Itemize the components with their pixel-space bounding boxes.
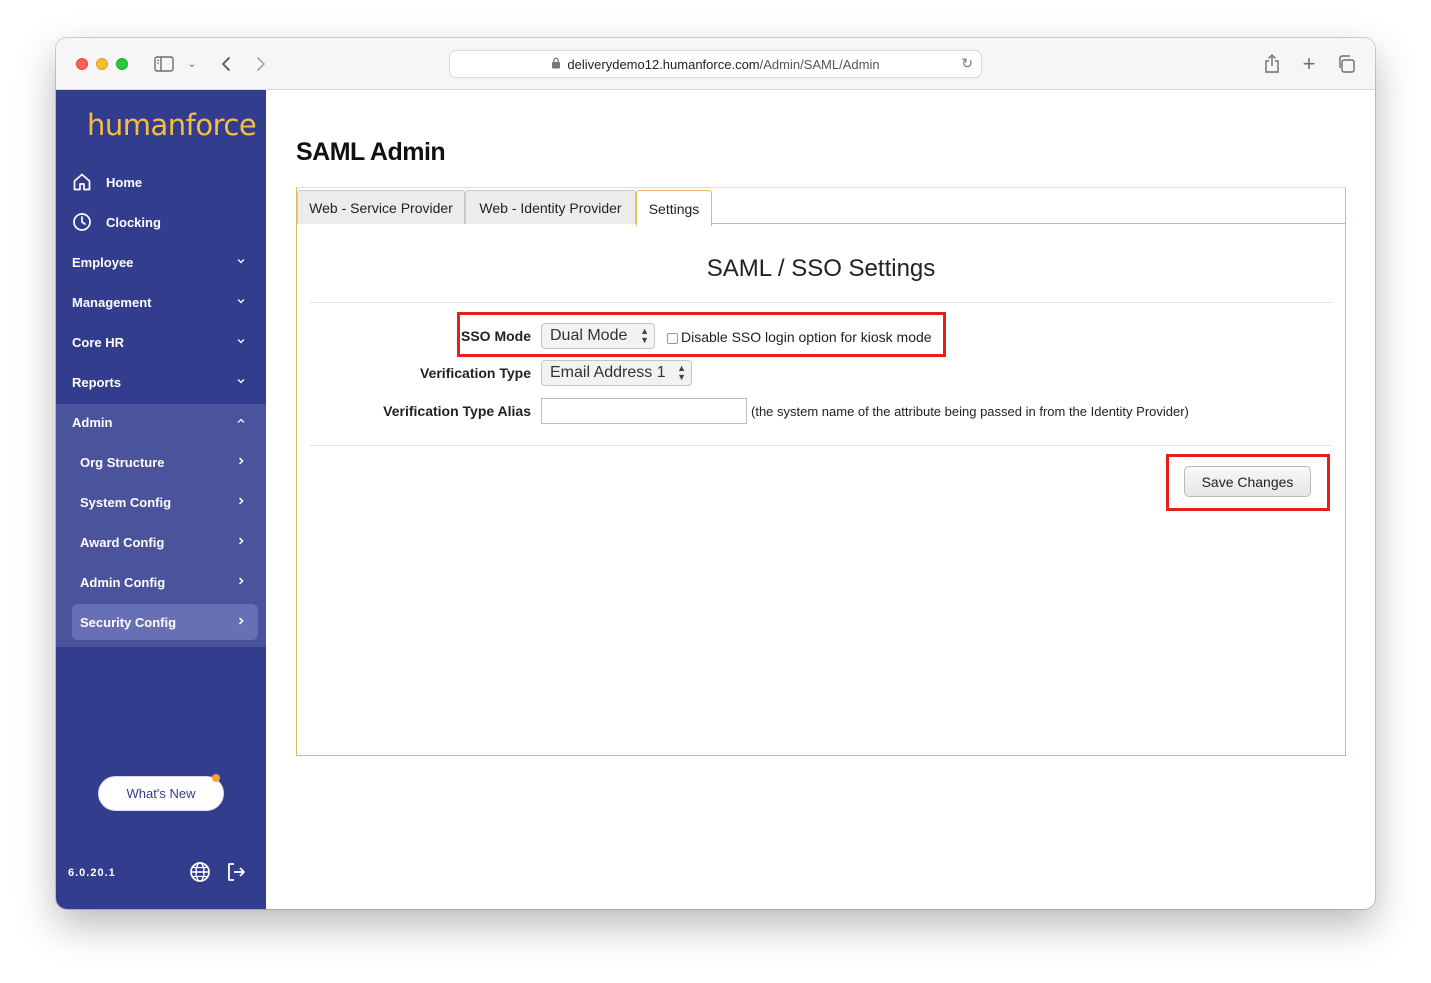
verification-alias-hint: (the system name of the attribute being …	[751, 404, 1189, 419]
sidebar-item-clocking[interactable]: Clocking	[56, 202, 266, 242]
reload-icon[interactable]: ↻	[961, 55, 973, 72]
sidebar-subitem-label: Security Config	[80, 614, 177, 630]
url-domain: deliverydemo12.humanforce.com	[567, 56, 760, 72]
sidebar-subitem-admin-config[interactable]: Admin Config	[72, 564, 258, 600]
sidebar-item-management[interactable]: Management	[56, 282, 266, 322]
sidebar-item-label: Employee	[72, 254, 134, 270]
page-title: SAML Admin	[296, 138, 446, 166]
address-bar[interactable]: deliverydemo12.humanforce.com/Admin/SAML…	[449, 50, 982, 78]
notification-dot	[212, 774, 220, 782]
sidebar-subitem-label: Award Config	[80, 534, 165, 550]
chevron-right-icon	[236, 616, 246, 629]
chevron-right-icon	[236, 496, 246, 509]
url-path: /Admin/SAML/Admin	[759, 56, 880, 72]
tab-web-identity-provider[interactable]: Web - Identity Provider	[465, 190, 636, 224]
panel-title: SAML / SSO Settings	[706, 255, 936, 282]
sidebar-item-admin[interactable]: Admin	[56, 402, 266, 442]
sidebar-item-employee[interactable]: Employee	[56, 242, 266, 282]
sidebar-item-label: Admin	[72, 414, 113, 430]
browser-toolbar: ⌄ deliverydemo12.humanforce.com/Admin/SA…	[56, 38, 1375, 90]
verification-type-label: Verification Type	[420, 365, 531, 381]
new-tab-icon[interactable]: +	[1298, 52, 1320, 76]
sidebar-item-label: Core HR	[72, 334, 125, 350]
forward-icon[interactable]	[251, 52, 271, 76]
globe-icon[interactable]	[188, 860, 212, 884]
clock-icon	[71, 211, 93, 233]
chevron-up-icon	[236, 416, 246, 429]
main-content: SAML Admin Web - Service Provider Web - …	[266, 90, 1375, 909]
humanforce-logo[interactable]: humanforce	[87, 108, 257, 142]
close-window-button[interactable]	[76, 58, 88, 70]
minimize-window-button[interactable]	[96, 58, 108, 70]
maximize-window-button[interactable]	[116, 58, 128, 70]
chevron-down-icon	[236, 376, 246, 389]
sidebar-item-reports[interactable]: Reports	[56, 362, 266, 402]
tab-container: Web - Service Provider Web - Identity Pr…	[296, 187, 1346, 756]
chevron-down-icon	[236, 296, 246, 309]
sidebar-subitem-system-config[interactable]: System Config	[72, 484, 258, 520]
chevron-right-icon	[236, 536, 246, 549]
sidebar-item-label: Management	[72, 294, 152, 310]
sidebar-item-label: Home	[106, 174, 143, 190]
sidebar-subitem-security-config[interactable]: Security Config	[72, 604, 258, 640]
tab-label: Settings	[648, 200, 700, 217]
sidebar-subitem-label: Admin Config	[80, 574, 166, 590]
share-icon[interactable]	[1261, 52, 1283, 76]
tab-label: Web - Identity Provider	[479, 199, 622, 216]
chevron-right-icon	[236, 456, 246, 469]
home-icon	[71, 171, 93, 193]
whats-new-label: What's New	[126, 786, 196, 801]
tab-settings[interactable]: Settings	[636, 190, 712, 226]
sidebar-subitem-org-structure[interactable]: Org Structure	[72, 444, 258, 480]
divider	[310, 445, 1332, 446]
highlight-box-save	[1166, 454, 1330, 511]
sidebar-item-label: Reports	[72, 374, 122, 390]
whats-new-button[interactable]: What's New	[98, 774, 224, 811]
sidebar-subitem-label: System Config	[80, 494, 172, 510]
select-arrows-icon: ▲ ▼	[677, 363, 686, 382]
sidebar-item-home[interactable]: Home	[56, 162, 266, 202]
chevron-down-icon[interactable]: ⌄	[185, 52, 199, 76]
highlight-box-sso-mode	[457, 312, 946, 357]
browser-window: ⌄ deliverydemo12.humanforce.com/Admin/SA…	[56, 38, 1375, 909]
chevron-down-icon	[236, 256, 246, 269]
verification-type-select[interactable]: Email Address 1 ▲ ▼	[541, 360, 692, 386]
divider	[310, 302, 1332, 303]
tab-strip: Web - Service Provider Web - Identity Pr…	[297, 188, 1345, 226]
sidebar-subitem-label: Org Structure	[80, 454, 165, 470]
chevron-down-icon	[236, 336, 246, 349]
verification-alias-label: Verification Type Alias	[383, 403, 531, 419]
sidebar-subitem-award-config[interactable]: Award Config	[72, 524, 258, 560]
tab-web-service-provider[interactable]: Web - Service Provider	[297, 190, 465, 224]
verification-type-value: Email Address 1	[550, 364, 666, 381]
lock-icon	[551, 57, 561, 72]
logout-icon[interactable]	[224, 860, 248, 884]
chevron-right-icon	[236, 576, 246, 589]
tab-label: Web - Service Provider	[309, 199, 453, 216]
sidebar: humanforce Home Clocking Employee Manage…	[56, 90, 266, 909]
tab-overview-icon[interactable]	[1335, 52, 1357, 76]
sidebar-item-core-hr[interactable]: Core HR	[56, 322, 266, 362]
sidebar-toggle-icon[interactable]	[152, 52, 176, 76]
version-label: 6.0.20.1	[68, 867, 116, 879]
verification-alias-input[interactable]	[541, 398, 747, 424]
sidebar-item-label: Clocking	[106, 214, 161, 230]
back-icon[interactable]	[216, 52, 236, 76]
